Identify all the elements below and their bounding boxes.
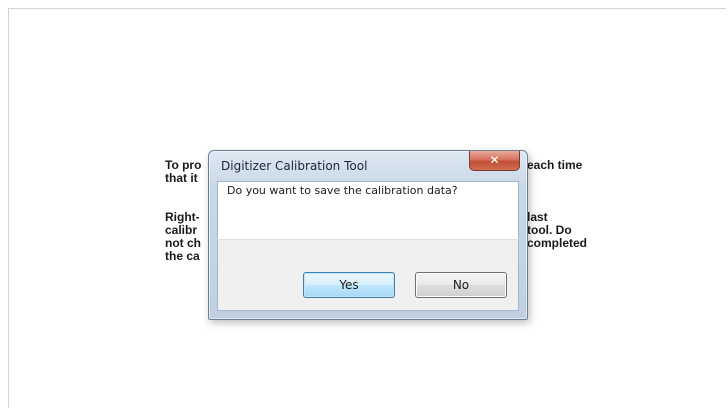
dialog-title-bar[interactable]: Digitizer Calibration Tool ✕ <box>209 151 527 181</box>
calibration-save-dialog: Digitizer Calibration Tool ✕ Do you want… <box>208 150 528 320</box>
dialog-button-area: Yes No <box>217 239 519 311</box>
background-text-line: each time <box>527 158 583 172</box>
no-button[interactable]: No <box>415 272 507 298</box>
background-text-line: completed <box>527 236 588 250</box>
close-button[interactable]: ✕ <box>469 151 520 171</box>
close-icon: ✕ <box>489 153 500 167</box>
yes-button[interactable]: Yes <box>303 272 395 298</box>
dialog-title: Digitizer Calibration Tool <box>221 159 368 173</box>
dialog-message: Do you want to save the calibration data… <box>227 184 458 197</box>
